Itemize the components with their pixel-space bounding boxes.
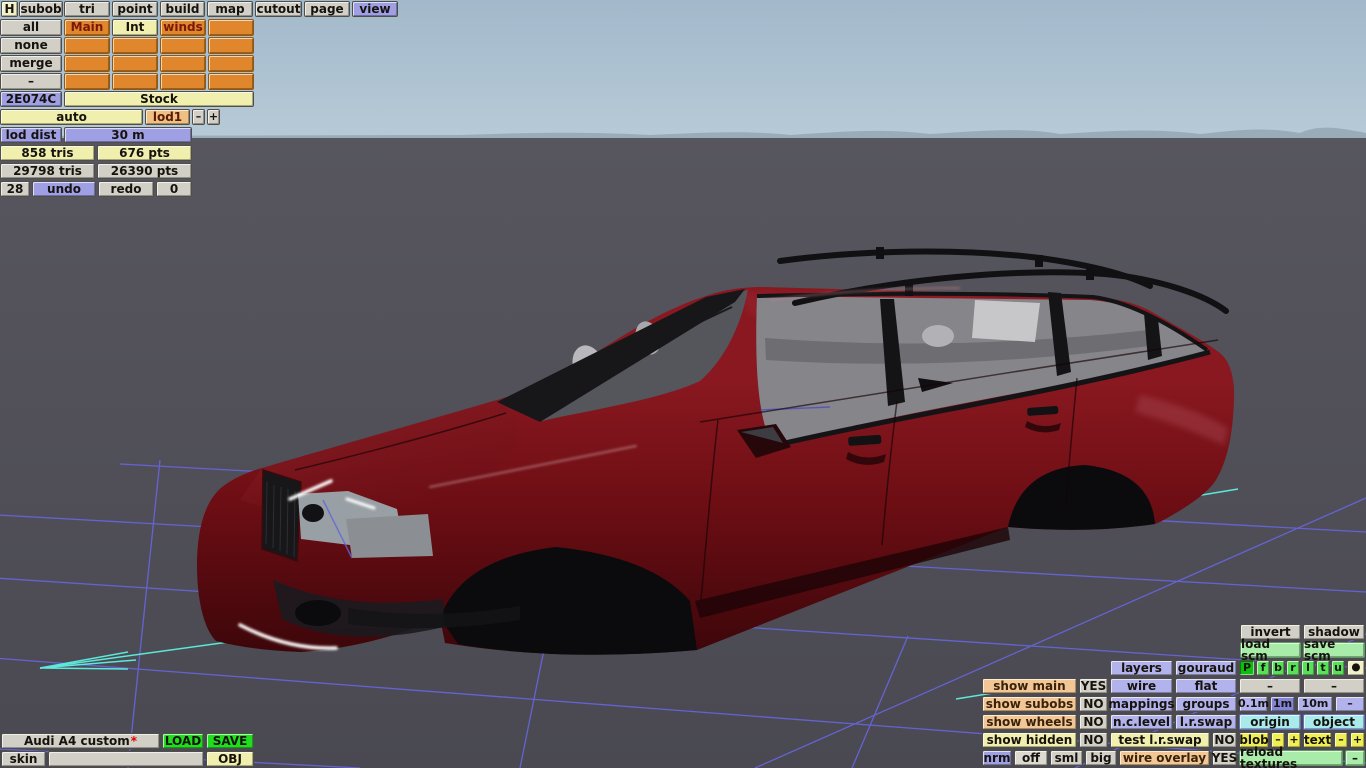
subob-slot[interactable] — [208, 55, 254, 72]
nrm-off-button[interactable]: off — [1014, 750, 1048, 766]
undo-button[interactable]: undo — [32, 181, 96, 197]
gouraud-button[interactable]: gouraud — [1175, 660, 1237, 676]
flag-f-button[interactable]: f — [1256, 660, 1270, 676]
mappings-button[interactable]: mappings — [1108, 696, 1175, 712]
origin-button[interactable]: origin — [1239, 714, 1301, 730]
obj-button[interactable]: OBJ — [206, 751, 254, 767]
flag-t-button[interactable]: t — [1316, 660, 1330, 676]
color-id-field[interactable]: 2E074C — [0, 91, 62, 107]
lod-pts-count: 676 pts — [97, 145, 192, 161]
save-scm-button[interactable]: save scm — [1303, 638, 1365, 662]
subob-slot[interactable] — [112, 37, 158, 54]
flag-l-button[interactable]: l — [1301, 660, 1315, 676]
flag-u-button[interactable]: u — [1331, 660, 1345, 676]
menu-item-cutout[interactable]: cutout — [255, 1, 302, 17]
subob-tab-winds[interactable]: winds — [160, 19, 206, 36]
menu-item-point[interactable]: point — [112, 1, 158, 17]
nc-level-button[interactable]: n.c.level — [1110, 714, 1173, 730]
record-dot-button[interactable]: ● — [1347, 660, 1365, 676]
scale-10m-button[interactable]: 10m — [1297, 696, 1333, 712]
lod-selector[interactable]: lod1 — [145, 109, 190, 125]
nrm-big-button[interactable]: big — [1085, 750, 1117, 766]
menu-item-subob[interactable]: subob — [19, 1, 63, 17]
lr-swap-button[interactable]: l.r.swap — [1175, 714, 1237, 730]
lod-minus-button[interactable]: – — [192, 109, 205, 125]
groups-button[interactable]: groups — [1175, 696, 1237, 712]
object-button[interactable]: object — [1303, 714, 1365, 730]
model-name-field[interactable]: Audi A4 custom * — [1, 733, 160, 749]
flag-b-button[interactable]: b — [1271, 660, 1285, 676]
show-hidden-value[interactable]: NO — [1079, 732, 1108, 748]
select-none-button[interactable]: none — [0, 37, 62, 54]
dash-button[interactable]: – — [1239, 678, 1301, 694]
stock-label[interactable]: Stock — [64, 91, 254, 107]
menu-item-page[interactable]: page — [304, 1, 350, 17]
model-tris-count: 29798 tris — [0, 163, 95, 179]
reload-textures-dash-button[interactable]: – — [1345, 750, 1365, 766]
show-hidden-toggle[interactable]: show hidden — [982, 732, 1077, 748]
subob-slot[interactable] — [160, 73, 206, 90]
subob-slot[interactable] — [208, 19, 254, 36]
flat-button[interactable]: flat — [1175, 678, 1237, 694]
lod-plus-button[interactable]: + — [207, 109, 220, 125]
test-lr-swap-value[interactable]: NO — [1212, 732, 1237, 748]
subob-slot[interactable] — [64, 37, 110, 54]
wire-button[interactable]: wire — [1110, 678, 1173, 694]
app-window: H subob tri point build map cutout page … — [0, 0, 1366, 768]
subob-slot[interactable] — [112, 55, 158, 72]
menu-item-view[interactable]: view — [352, 1, 398, 17]
lod-tris-count: 858 tris — [0, 145, 95, 161]
subob-slot[interactable] — [64, 55, 110, 72]
subob-tab-main[interactable]: Main — [64, 19, 110, 36]
flag-r-button[interactable]: r — [1286, 660, 1300, 676]
subob-slot[interactable] — [160, 37, 206, 54]
reload-textures-button[interactable]: reload textures — [1239, 746, 1343, 768]
modified-marker: * — [130, 733, 138, 748]
undo-count: 28 — [0, 181, 30, 197]
subob-slot[interactable] — [64, 73, 110, 90]
subob-slot[interactable] — [112, 73, 158, 90]
nrm-sml-button[interactable]: sml — [1050, 750, 1083, 766]
layers-button[interactable]: layers — [1110, 660, 1173, 676]
subob-slot[interactable] — [208, 73, 254, 90]
text-plus-button[interactable]: + — [1350, 732, 1365, 748]
save-button[interactable]: SAVE — [206, 733, 254, 749]
menu-item-build[interactable]: build — [160, 1, 205, 17]
scale-1m-button[interactable]: 1m — [1270, 696, 1295, 712]
wire-overlay-value[interactable]: YES — [1212, 750, 1237, 766]
lod-dist-value[interactable]: 30 m — [64, 127, 192, 143]
flag-p-button[interactable]: P — [1239, 660, 1255, 676]
subob-slot[interactable] — [160, 55, 206, 72]
show-subobs-toggle[interactable]: show subobs — [982, 696, 1077, 712]
skin-button[interactable]: skin — [1, 751, 46, 767]
dash-button[interactable]: – — [1303, 678, 1365, 694]
lod-dist-label[interactable]: lod dist — [0, 127, 62, 143]
load-scm-button[interactable]: load scm — [1240, 638, 1301, 662]
redo-count: 0 — [156, 181, 192, 197]
scale-dash-button[interactable]: – — [1335, 696, 1365, 712]
menu-item-map[interactable]: map — [207, 1, 253, 17]
show-wheels-value[interactable]: NO — [1079, 714, 1108, 730]
select-all-button[interactable]: all — [0, 19, 62, 36]
show-main-value[interactable]: YES — [1079, 678, 1108, 694]
wire-overlay-toggle[interactable]: wire overlay — [1119, 750, 1210, 766]
model-pts-count: 26390 pts — [97, 163, 192, 179]
redo-button[interactable]: redo — [98, 181, 154, 197]
merge-button[interactable]: merge — [0, 55, 62, 72]
menu-item-h[interactable]: H — [1, 1, 18, 17]
test-lr-swap-toggle[interactable]: test l.r.swap — [1110, 732, 1210, 748]
subob-tab-int[interactable]: Int — [112, 19, 158, 36]
skin-value-field[interactable] — [48, 751, 204, 767]
auto-button[interactable]: auto — [0, 109, 143, 125]
subob-slot[interactable] — [208, 37, 254, 54]
show-subobs-value[interactable]: NO — [1079, 696, 1108, 712]
show-main-toggle[interactable]: show main — [982, 678, 1077, 694]
scale-0-1m-button[interactable]: 0.1m — [1238, 696, 1269, 712]
load-button[interactable]: LOAD — [162, 733, 204, 749]
dash-button[interactable]: – — [0, 73, 62, 90]
model-name: Audi A4 custom — [23, 733, 130, 748]
show-wheels-toggle[interactable]: show wheels — [982, 714, 1077, 730]
menu-item-tri[interactable]: tri — [64, 1, 110, 17]
nrm-button[interactable]: nrm — [982, 750, 1012, 766]
